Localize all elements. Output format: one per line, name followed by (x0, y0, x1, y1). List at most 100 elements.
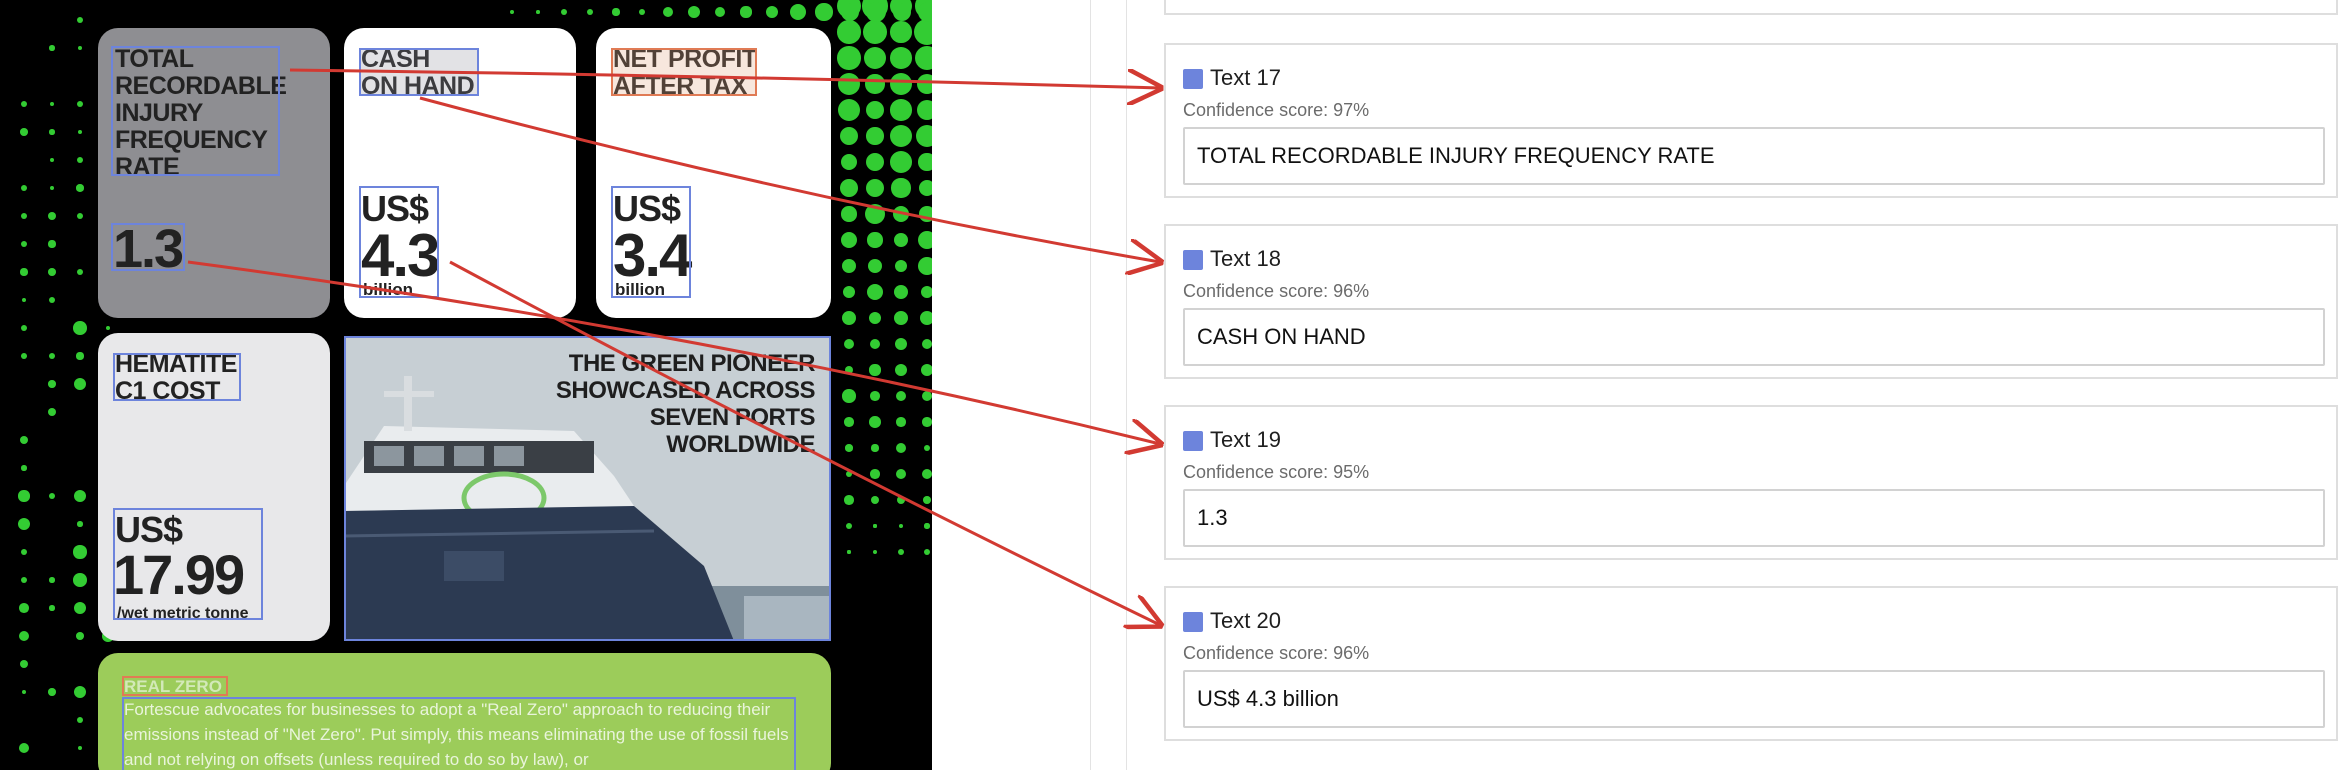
halftone-dot (868, 311, 882, 325)
halftone-dot (898, 523, 904, 529)
halftone-dot (921, 338, 932, 349)
halftone-dot (49, 101, 54, 106)
halftone-dot (47, 407, 56, 416)
halftone-dot (20, 324, 27, 331)
panel-divider-right (1126, 0, 1127, 770)
halftone-dot (21, 465, 27, 471)
halftone-dot (837, 20, 861, 44)
halftone-dot (893, 284, 909, 300)
result-text-field[interactable]: CASH ON HAND (1183, 308, 2325, 366)
halftone-dot (638, 8, 646, 16)
halftone-dot (48, 688, 56, 696)
halftone-dot (76, 632, 84, 640)
halftone-dot (890, 151, 912, 173)
halftone-dot (18, 490, 30, 502)
halftone-dot (873, 524, 877, 528)
halftone-dot (919, 310, 932, 326)
halftone-dot (837, 46, 861, 70)
result-card-text-17[interactable]: Text 17 Confidence score: 97% TOTAL RECO… (1164, 43, 2338, 198)
halftone-dot (892, 205, 910, 223)
result-card-text-18[interactable]: Text 18 Confidence score: 96% CASH ON HA… (1164, 224, 2338, 379)
halftone-dot (847, 550, 851, 554)
halftone-dot (916, 73, 932, 95)
halftone-dot (890, 21, 912, 43)
halftone-dot (921, 468, 932, 480)
halftone-dot (73, 377, 87, 391)
result-card-text-19[interactable]: Text 19 Confidence score: 95% 1.3 (1164, 405, 2338, 560)
blue-square-icon (1183, 612, 1203, 632)
result-card-text-20[interactable]: Text 20 Confidence score: 96% US$ 4.3 bi… (1164, 586, 2338, 741)
halftone-dot (586, 8, 594, 16)
hematite-value-box (113, 508, 263, 620)
halftone-dot (913, 18, 932, 46)
cash-title-box (359, 48, 479, 96)
halftone-dot (765, 5, 779, 19)
halftone-dot (77, 521, 83, 527)
halftone-dot (866, 2, 886, 22)
halftone-dot (863, 20, 887, 44)
halftone-dot (48, 380, 56, 388)
halftone-dot (891, 178, 911, 198)
halftone-dot (48, 296, 56, 304)
halftone-dot (844, 417, 854, 427)
halftone-dot (49, 45, 55, 51)
halftone-dot (20, 576, 28, 584)
halftone-dot (890, 99, 912, 121)
halftone-dot (47, 211, 57, 221)
realzero-title-box (122, 676, 228, 696)
halftone-dot (740, 6, 752, 18)
halftone-dot (21, 689, 27, 695)
document-image: TOTAL RECORDABLE INJURY FREQUENCY RATE 1… (0, 0, 932, 770)
halftone-dot (76, 16, 84, 24)
halftone-dot (19, 659, 29, 669)
result-text-field[interactable]: 1.3 (1183, 489, 2325, 547)
halftone-dot (918, 153, 932, 171)
ship-image-box (344, 336, 831, 641)
result-text-field[interactable]: US$ 4.3 billion (1183, 670, 2325, 728)
halftone-dot (76, 156, 84, 164)
halftone-dot (867, 232, 883, 248)
cash-card: CASH ON HAND US$ 4.3 billion (344, 28, 576, 318)
halftone-dot (19, 603, 29, 613)
halftone-dot (76, 352, 84, 360)
halftone-dot (866, 283, 884, 301)
result-confidence: Confidence score: 97% (1183, 100, 1370, 120)
halftone-dot (840, 153, 858, 171)
halftone-dot (920, 285, 932, 299)
halftone-dot (49, 185, 55, 191)
halftone-dot (76, 184, 84, 192)
result-confidence: Confidence score: 96% (1183, 281, 1370, 301)
halftone-dot (844, 365, 854, 375)
halftone-dot (921, 390, 932, 402)
halftone-dot (840, 2, 860, 22)
ship-photo: THE GREEN PIONEER SHOWCASED ACROSS SEVEN… (344, 336, 831, 641)
cash-value-box (359, 186, 439, 298)
halftone-dot (870, 469, 880, 479)
result-confidence: Confidence score: 95% (1183, 462, 1370, 482)
halftone-dot (923, 444, 931, 452)
halftone-dot (714, 6, 726, 18)
blue-square-icon (1183, 431, 1203, 451)
halftone-dot (49, 157, 55, 163)
halftone-dot (914, 45, 932, 71)
halftone-dot (845, 522, 853, 530)
halftone-dot (536, 10, 540, 14)
halftone-dot (840, 179, 858, 197)
halftone-dot (687, 5, 701, 19)
halftone-dot (923, 496, 931, 504)
halftone-dot (17, 517, 30, 530)
halftone-dot (924, 523, 930, 529)
halftone-dot (890, 73, 912, 95)
result-text-field[interactable]: TOTAL RECORDABLE INJURY FREQUENCY RATE (1183, 127, 2325, 185)
halftone-dot (870, 391, 880, 401)
halftone-dot (839, 126, 859, 146)
halftone-dot (918, 257, 932, 275)
halftone-dot (560, 8, 568, 16)
halftone-dot (896, 495, 906, 505)
halftone-dot (842, 389, 856, 403)
halftone-dot (20, 548, 28, 556)
halftone-dot (48, 492, 56, 500)
halftone-dot (843, 338, 855, 350)
halftone-dot (20, 268, 28, 276)
halftone-dot (19, 435, 29, 445)
